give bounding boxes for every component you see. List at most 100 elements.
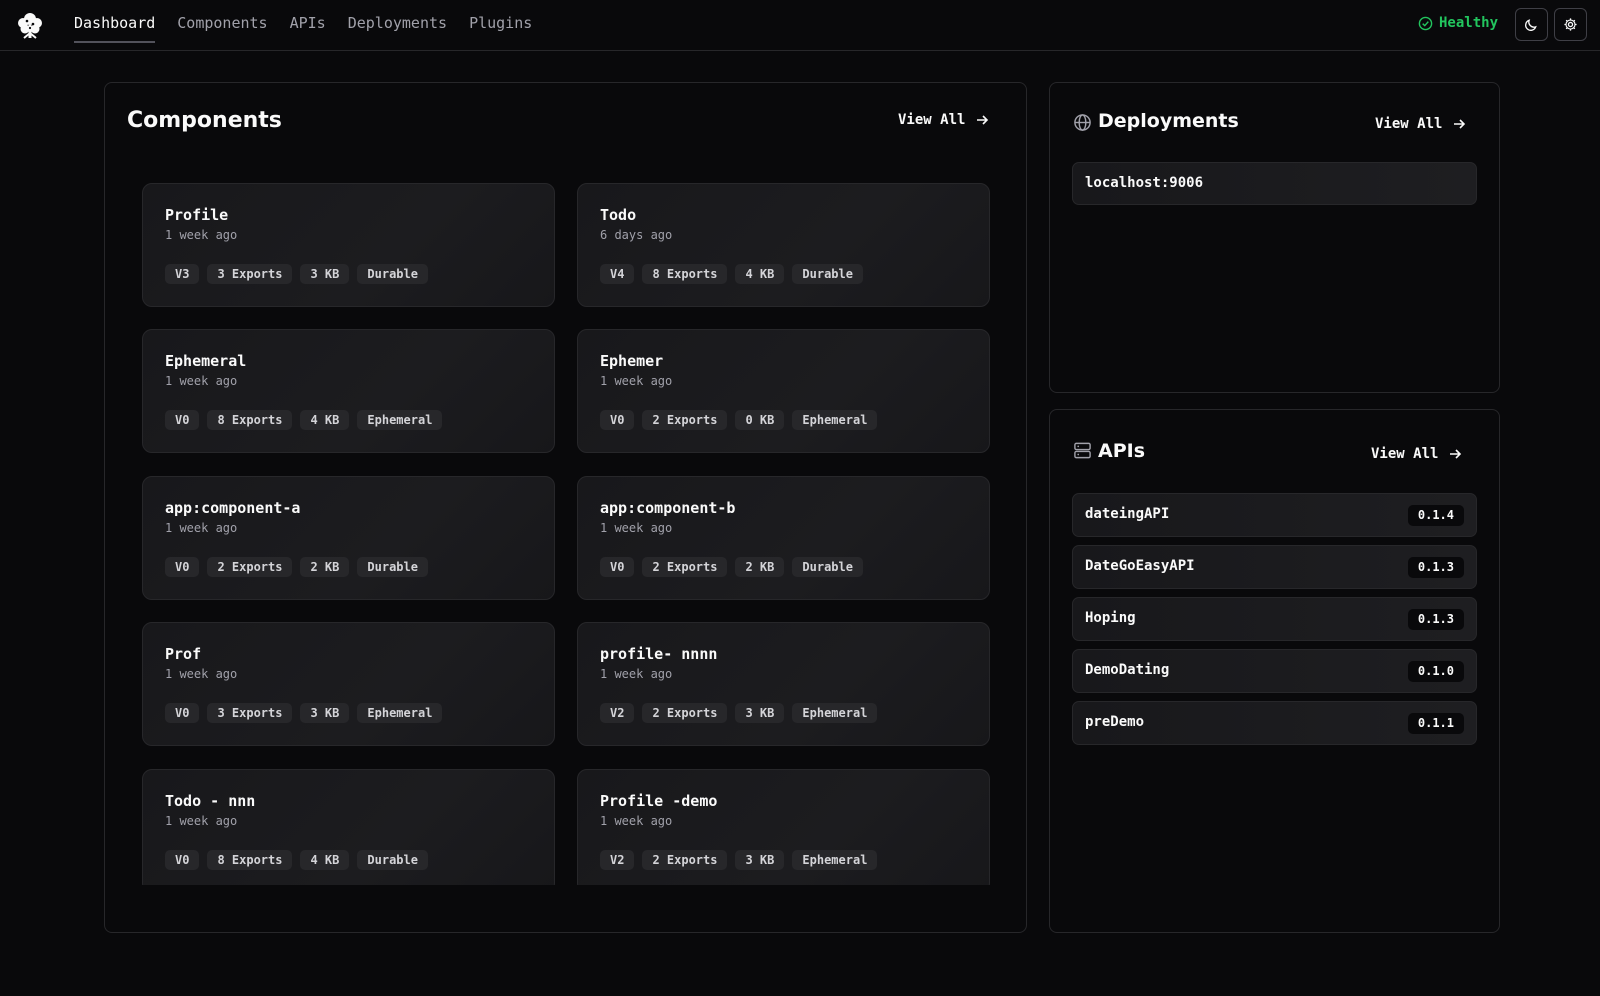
api-version-badge: 0.1.4: [1407, 505, 1464, 526]
api-item[interactable]: preDemo 0.1.1: [1072, 701, 1477, 745]
component-card[interactable]: Profile 1 week ago V3 3 Exports 3 KB Dur…: [142, 183, 555, 307]
component-badges: V3 3 Exports 3 KB Durable: [165, 264, 428, 284]
tree-logo-icon[interactable]: [14, 9, 46, 41]
arrow-right-icon: [1454, 119, 1466, 129]
settings-button[interactable]: [1554, 8, 1587, 41]
component-time: 1 week ago: [165, 814, 238, 828]
component-name: profile- nnnn: [600, 645, 718, 663]
component-time: 1 week ago: [165, 374, 238, 388]
api-item[interactable]: DateGoEasyAPI 0.1.3: [1072, 545, 1477, 589]
component-card[interactable]: Ephemer 1 week ago V0 2 Exports 0 KB Eph…: [577, 329, 990, 453]
api-name: preDemo: [1085, 714, 1145, 730]
deployments-title: Deployments: [1098, 110, 1239, 132]
exports-badge: 8 Exports: [642, 264, 728, 284]
component-card[interactable]: Prof 1 week ago V0 3 Exports 3 KB Epheme…: [142, 622, 555, 746]
deployment-item[interactable]: localhost:9006: [1072, 162, 1477, 205]
version-badge: V0: [600, 557, 635, 577]
component-name: Profile -demo: [600, 792, 718, 810]
version-badge: V0: [165, 703, 200, 723]
type-badge: Durable: [357, 264, 428, 284]
view-all-label: View All: [1375, 116, 1443, 132]
type-badge: Ephemeral: [792, 410, 878, 430]
exports-badge: 2 Exports: [207, 557, 293, 577]
component-badges: V0 2 Exports 2 KB Durable: [600, 557, 863, 577]
deployments-view-all-button[interactable]: View All: [1375, 116, 1466, 132]
components-grid: Profile 1 week ago V3 3 Exports 3 KB Dur…: [140, 180, 990, 885]
component-card[interactable]: app:component-b 1 week ago V0 2 Exports …: [577, 476, 990, 600]
exports-badge: 3 Exports: [207, 264, 293, 284]
component-name: app:component-a: [165, 499, 301, 517]
component-card[interactable]: Ephemeral 1 week ago V0 8 Exports 4 KB E…: [142, 329, 555, 453]
exports-badge: 2 Exports: [642, 850, 728, 870]
api-version-badge: 0.1.3: [1407, 557, 1464, 578]
nav-dashboard[interactable]: Dashboard: [74, 0, 156, 51]
exports-badge: 2 Exports: [642, 410, 728, 430]
health-label: Healthy: [1439, 15, 1499, 31]
version-badge: V0: [165, 850, 200, 870]
nav-deployments[interactable]: Deployments: [348, 0, 447, 51]
api-item[interactable]: DemoDating 0.1.0: [1072, 649, 1477, 693]
top-navigation-bar: Dashboard Components APIs Deployments Pl…: [0, 0, 1600, 51]
nav-plugins[interactable]: Plugins: [469, 0, 532, 51]
component-name: Prof: [165, 645, 202, 663]
main-nav: Dashboard Components APIs Deployments Pl…: [74, 0, 532, 51]
component-badges: V0 3 Exports 3 KB Ephemeral: [165, 703, 443, 723]
component-badges: V0 8 Exports 4 KB Durable: [165, 850, 428, 870]
component-time: 1 week ago: [600, 374, 673, 388]
component-name: Profile: [165, 206, 229, 224]
component-time: 1 week ago: [600, 814, 673, 828]
type-badge: Ephemeral: [357, 703, 443, 723]
component-card[interactable]: app:component-a 1 week ago V0 2 Exports …: [142, 476, 555, 600]
api-version-badge: 0.1.3: [1407, 609, 1464, 630]
nav-apis[interactable]: APIs: [290, 0, 326, 51]
api-version-badge: 0.1.1: [1407, 713, 1464, 734]
version-badge: V3: [165, 264, 200, 284]
api-name: DemoDating: [1085, 662, 1170, 678]
size-badge: 4 KB: [300, 850, 350, 870]
component-name: Todo: [600, 206, 637, 224]
arrow-right-icon: [977, 115, 989, 125]
health-status: Healthy: [1418, 15, 1498, 31]
component-time: 6 days ago: [600, 228, 673, 242]
component-name: Ephemeral: [165, 352, 247, 370]
api-item[interactable]: Hoping 0.1.3: [1072, 597, 1477, 641]
component-badges: V0 2 Exports 0 KB Ephemeral: [600, 410, 878, 430]
version-badge: V4: [600, 264, 635, 284]
component-badges: V0 8 Exports 4 KB Ephemeral: [165, 410, 443, 430]
version-badge: V0: [600, 410, 635, 430]
view-all-label: View All: [1371, 446, 1439, 462]
arrow-right-icon: [1450, 449, 1462, 459]
moon-icon: [1525, 19, 1537, 31]
size-badge: 4 KB: [735, 264, 785, 284]
api-name: DateGoEasyAPI: [1085, 558, 1195, 574]
component-card[interactable]: Todo - nnn 1 week ago V0 8 Exports 4 KB …: [142, 769, 555, 885]
component-card[interactable]: Todo 6 days ago V4 8 Exports 4 KB Durabl…: [577, 183, 990, 307]
component-name: app:component-b: [600, 499, 736, 517]
apis-view-all-button[interactable]: View All: [1371, 446, 1462, 462]
nav-components[interactable]: Components: [177, 0, 267, 51]
theme-toggle-button[interactable]: [1515, 8, 1548, 41]
size-badge: 3 KB: [735, 703, 785, 723]
exports-badge: 2 Exports: [642, 557, 728, 577]
api-version-badge: 0.1.0: [1407, 661, 1464, 682]
type-badge: Durable: [357, 850, 428, 870]
globe-icon: [1074, 114, 1091, 131]
version-badge: V0: [165, 557, 200, 577]
component-time: 1 week ago: [165, 667, 238, 681]
api-name: dateingAPI: [1085, 506, 1170, 522]
component-name: Todo - nnn: [165, 792, 256, 810]
api-name: Hoping: [1085, 610, 1136, 626]
component-time: 1 week ago: [165, 521, 238, 535]
component-name: Ephemer: [600, 352, 664, 370]
api-item[interactable]: dateingAPI 0.1.4: [1072, 493, 1477, 537]
version-badge: V2: [600, 703, 635, 723]
gear-icon: [1564, 18, 1577, 31]
component-card[interactable]: Profile -demo 1 week ago V2 2 Exports 3 …: [577, 769, 990, 885]
type-badge: Durable: [792, 557, 863, 577]
size-badge: 0 KB: [735, 410, 785, 430]
component-badges: V2 2 Exports 3 KB Ephemeral: [600, 703, 878, 723]
apis-title: APIs: [1098, 440, 1146, 462]
components-view-all-button[interactable]: View All: [898, 112, 989, 128]
component-card[interactable]: profile- nnnn 1 week ago V2 2 Exports 3 …: [577, 622, 990, 746]
components-title: Components: [127, 108, 282, 133]
